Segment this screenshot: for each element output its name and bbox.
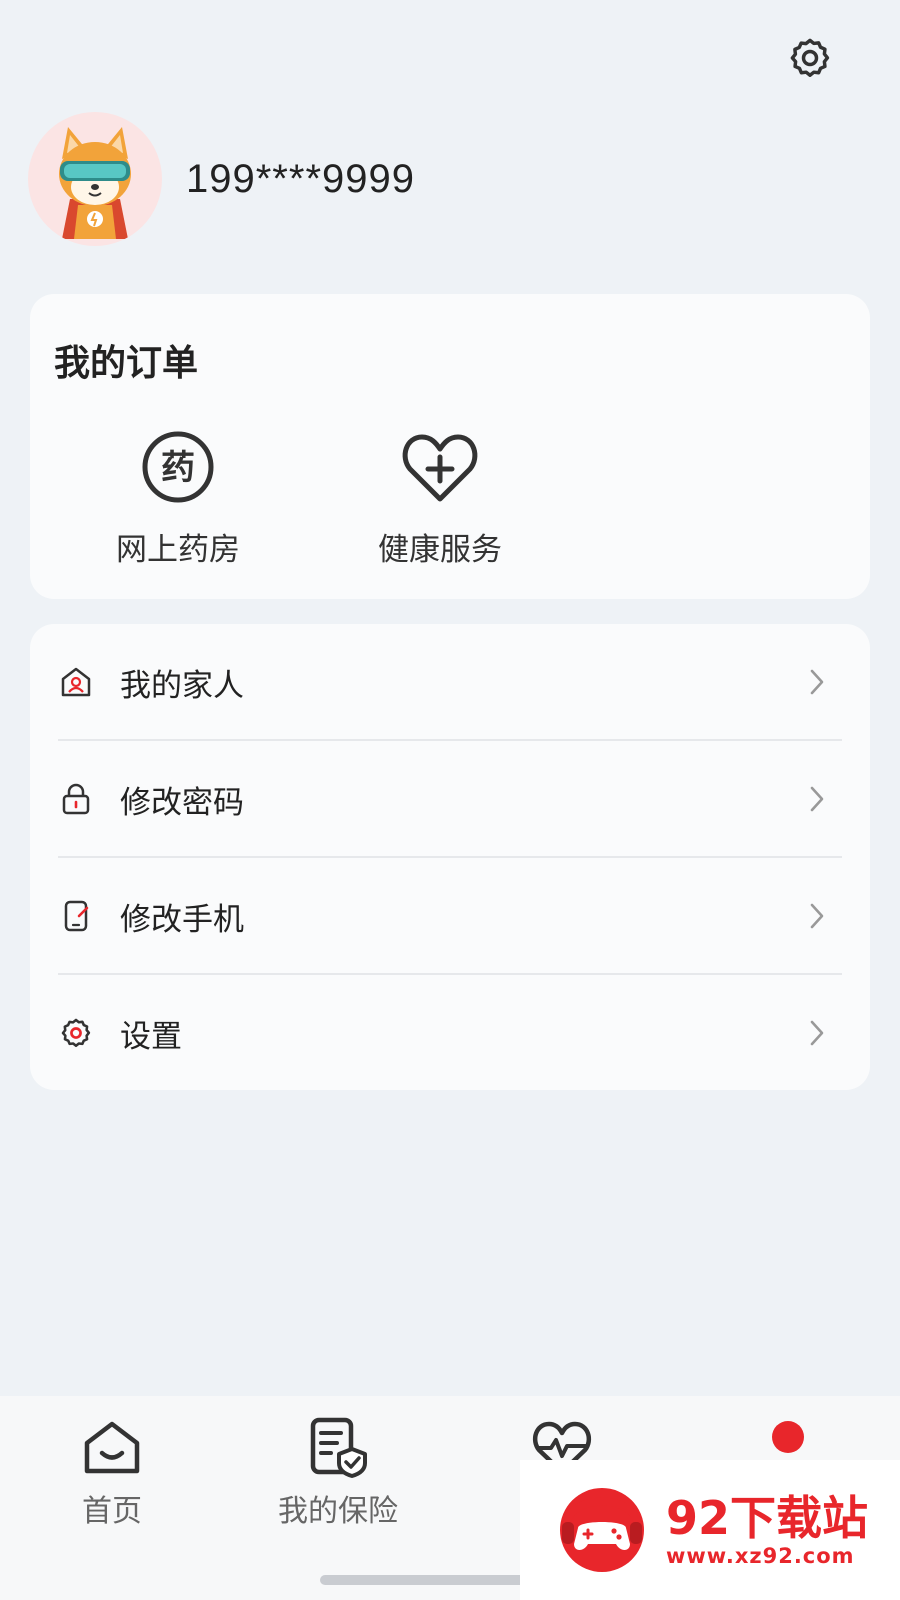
phone-edit-icon	[64, 900, 89, 932]
menu-label-change-password: 修改密码	[120, 784, 244, 821]
menu-item-change-password[interactable]: 修改密码	[30, 741, 870, 857]
family-home-icon	[61, 667, 91, 697]
tab-my-insurance[interactable]: 我的保险	[248, 1414, 428, 1530]
chevron-right-icon	[810, 786, 824, 812]
watermark-title: 92下载站	[666, 1491, 869, 1545]
lock-icon	[62, 783, 90, 815]
menu-label-change-phone: 修改手机	[120, 901, 244, 938]
svg-text:药: 药	[161, 448, 195, 488]
online-pharmacy-label: 网上药房	[116, 532, 240, 568]
tab-my-insurance-label: 我的保险	[278, 1494, 398, 1529]
heart-plus-icon	[402, 434, 478, 502]
profile-header[interactable]: 199****9999	[28, 112, 415, 246]
chevron-right-icon	[810, 669, 824, 695]
pharmacy-icon: 药	[142, 431, 214, 503]
health-service-label: 健康服务	[378, 532, 502, 568]
gear-icon	[790, 38, 830, 77]
watermark-url: www.xz92.com	[666, 1544, 855, 1568]
settings-gear-button[interactable]	[780, 28, 840, 88]
chevron-right-icon	[810, 903, 824, 929]
gamepad-logo-icon	[560, 1488, 644, 1572]
chevron-right-icon	[810, 1020, 824, 1046]
menu-item-change-phone[interactable]: 修改手机	[30, 858, 870, 974]
home-icon	[84, 1421, 140, 1474]
settings-menu-card: 我的家人 修改密码 修改手机 设置	[30, 624, 870, 1090]
orders-title: 我的订单	[54, 343, 199, 384]
site-watermark: 92下载站 www.xz92.com	[520, 1460, 900, 1600]
menu-item-my-family[interactable]: 我的家人	[30, 624, 870, 740]
shiba-avatar-icon	[59, 127, 131, 239]
menu-label-settings: 设置	[120, 1018, 182, 1055]
menu-item-settings[interactable]: 设置	[30, 975, 870, 1091]
insurance-doc-icon	[310, 1417, 367, 1478]
health-service-button[interactable]: 健康服务	[340, 422, 540, 569]
menu-label-my-family: 我的家人	[120, 667, 244, 704]
online-pharmacy-button[interactable]: 药 网上药房	[78, 422, 278, 569]
my-orders-card: 我的订单 药 网上药房 健康服务	[30, 294, 870, 599]
user-phone-number: 199****9999	[186, 156, 415, 201]
avatar[interactable]	[28, 112, 162, 246]
settings-icon	[61, 1018, 91, 1048]
tab-home[interactable]: 首页	[22, 1414, 202, 1530]
tab-home-label: 首页	[82, 1494, 142, 1529]
